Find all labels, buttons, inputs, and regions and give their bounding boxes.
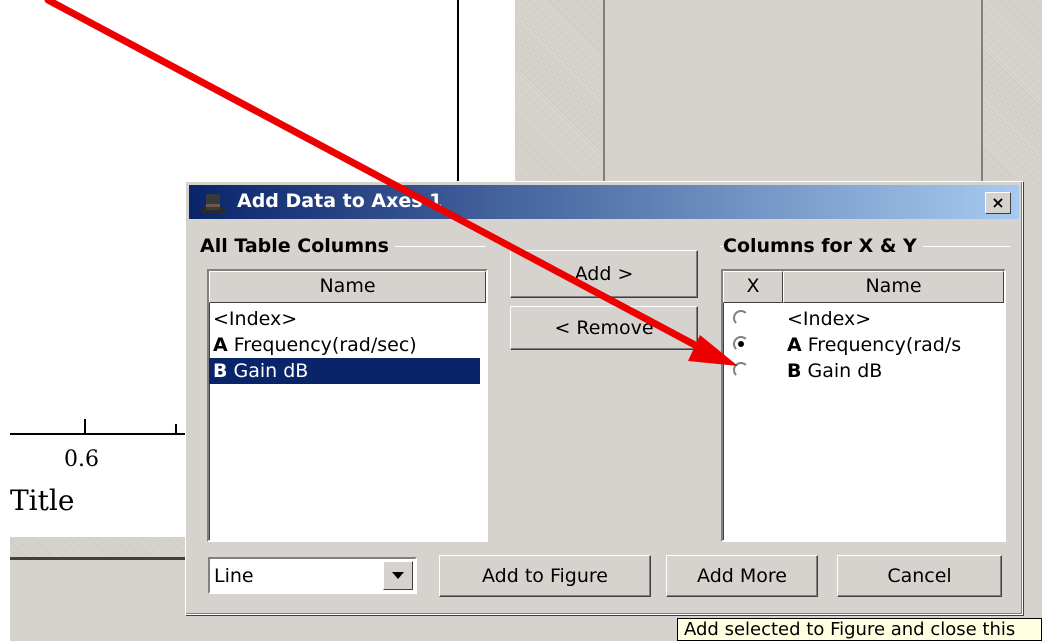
dialog-titlebar[interactable]: Add Data to Axes 1 × [189,185,1019,219]
remove-button[interactable]: < Remove [510,306,698,350]
list-item[interactable]: B Gain dB [209,358,480,384]
all-table-columns-label: All Table Columns [200,235,395,257]
column-label: A Frequency(rad/s [787,332,1002,358]
list-item[interactable]: B Gain dB [723,358,1004,384]
column-letter: B [213,360,228,382]
axis-tick-label: 0.6 [64,447,99,472]
xy-columns-list[interactable]: X Name <Index> A Frequency(rad/s B Gain dB [721,269,1006,542]
column-label: <Index> [787,306,1002,332]
list-item[interactable]: <Index> [209,306,480,332]
tooltip: Add selected to Figure and close this [677,618,1042,641]
dialog-title: Add Data to Axes 1 [237,190,443,212]
add-data-dialog: Add Data to Axes 1 × All Table Columns N… [185,181,1023,615]
column-name: <Index> [213,308,298,330]
plot-type-select[interactable]: Line [208,557,417,594]
axis-tick [84,419,86,434]
column-name: Frequency(rad/s [801,334,962,356]
column-name: Gain dB [801,360,883,382]
add-more-button[interactable]: Add More [666,555,818,597]
close-button[interactable]: × [985,192,1011,214]
column-letter: A [213,334,228,356]
list-item[interactable]: <Index> [723,306,1004,332]
column-letter: B [787,360,802,382]
add-button[interactable]: Add > [510,250,698,298]
xy-columns-rows: <Index> A Frequency(rad/s B Gain dB [723,306,1004,384]
column-name: <Index> [787,308,872,330]
column-label: B Gain dB [787,358,1002,384]
background-splitter-right[interactable] [983,0,1042,190]
background-bottom-panel [10,560,185,641]
axis-tick [175,424,177,434]
axis-title: Title [10,484,75,517]
all-columns-rows: <Index> A Frequency(rad/sec) B Gain dB [209,306,486,384]
column-header-name[interactable]: Name [783,271,1004,303]
add-to-figure-button[interactable]: Add to Figure [439,555,651,597]
chevron-down-icon [392,572,404,579]
x-axis-radio[interactable] [733,336,749,352]
axis-horizontal-line [10,433,185,435]
axis-vertical-line [457,0,459,181]
list-item[interactable]: A Frequency(rad/sec) [209,332,480,358]
x-axis-radio[interactable] [733,310,749,326]
cancel-button[interactable]: Cancel [837,555,1002,597]
columns-for-xy-label: Columns for X & Y [723,235,923,257]
background-bottom-splitter[interactable] [10,537,185,557]
top-hat-icon [200,194,226,214]
column-name: Gain dB [227,360,309,382]
x-axis-radio[interactable] [733,362,749,378]
column-header-name[interactable]: Name [209,271,486,303]
column-name: Frequency(rad/sec) [227,334,417,356]
column-header-x[interactable]: X [723,271,783,303]
column-letter: A [787,334,802,356]
plot-type-value: Line [214,565,254,587]
list-item[interactable]: A Frequency(rad/s [723,332,1004,358]
all-columns-list[interactable]: Name <Index> A Frequency(rad/sec) B Gain d… [207,269,488,542]
dropdown-arrow-button[interactable] [383,561,413,590]
background-inner-panel [603,0,983,190]
